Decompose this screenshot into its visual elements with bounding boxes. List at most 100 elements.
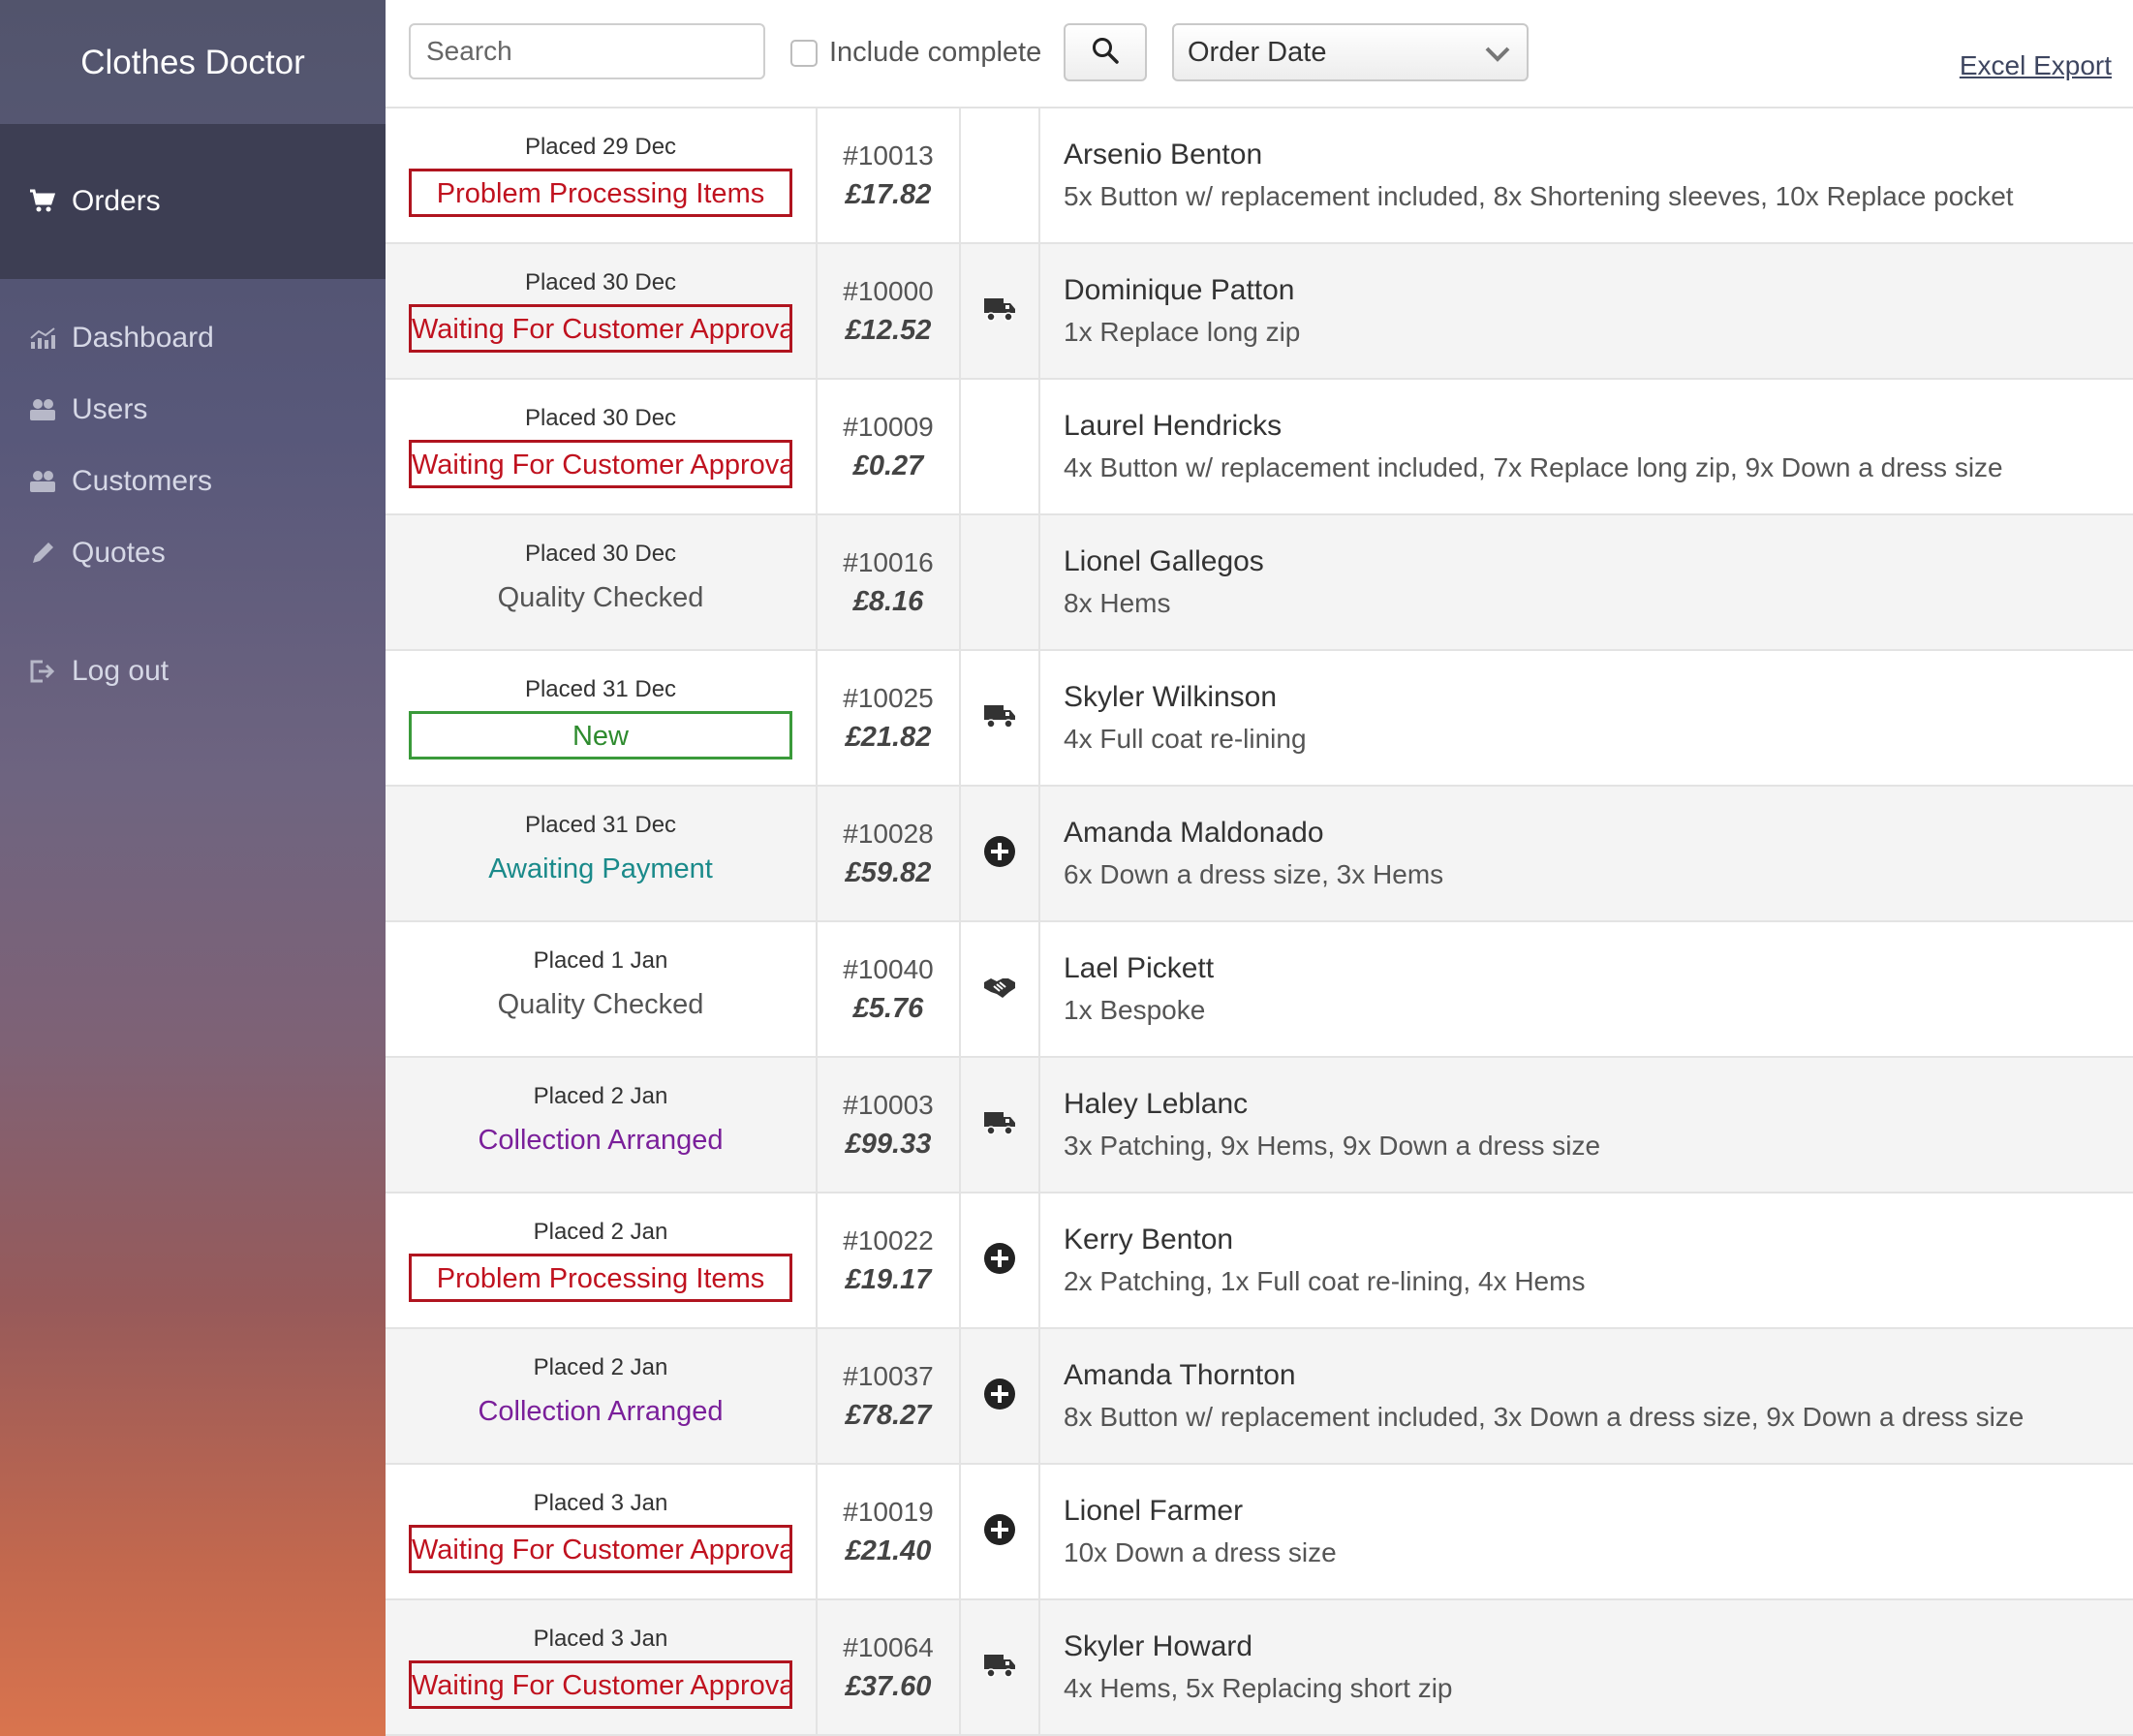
order-items: 1x Bespoke bbox=[1064, 995, 1206, 1025]
order-price: £59.82 bbox=[845, 856, 932, 888]
table-row[interactable]: Placed 2 Jan Collection Arranged #10037 £78… bbox=[386, 1329, 2133, 1465]
truck-icon bbox=[983, 1110, 1016, 1140]
excel-export-link[interactable]: Excel Export bbox=[1960, 50, 2112, 81]
order-number: #10019 bbox=[843, 1496, 934, 1527]
order-items: 1x Replace long zip bbox=[1064, 317, 1301, 347]
status-badge: Collection Arranged bbox=[478, 1125, 724, 1156]
sidebar-item-label: Customers bbox=[72, 465, 213, 497]
order-action-cell[interactable] bbox=[961, 787, 1040, 920]
customer-name: Lionel Farmer bbox=[1064, 1495, 1244, 1527]
order-items: 4x Button w/ replacement included, 7x Re… bbox=[1064, 452, 2003, 482]
order-info-cell: Skyler Howard 4x Hems, 5x Replacing short… bbox=[1040, 1600, 2133, 1734]
order-items: 4x Full coat re-lining bbox=[1064, 724, 1307, 754]
order-number: #10064 bbox=[843, 1631, 934, 1662]
order-info-cell: Amanda Thornton 8x Button w/ replacement … bbox=[1040, 1329, 2133, 1463]
status-badge: Problem Processing Items bbox=[409, 169, 792, 217]
order-info-cell: Dominique Patton 1x Replace long zip bbox=[1040, 244, 2133, 378]
order-status-cell: Placed 31 Dec Awaiting Payment bbox=[386, 787, 818, 920]
sort-value: Order Date bbox=[1188, 36, 1327, 68]
sidebar-item-customers[interactable]: Customers bbox=[0, 446, 386, 517]
table-row[interactable]: Placed 1 Jan Quality Checked #10040 £5.76 La… bbox=[386, 922, 2133, 1058]
plus-circle-icon bbox=[983, 1378, 1016, 1415]
order-action-cell[interactable] bbox=[961, 244, 1040, 378]
table-row[interactable]: Placed 31 Dec Awaiting Payment #10028 £59.8… bbox=[386, 787, 2133, 922]
include-complete-checkbox[interactable] bbox=[790, 39, 818, 67]
placed-date: Placed 1 Jan bbox=[533, 947, 668, 974]
order-info-cell: Skyler Wilkinson 4x Full coat re-lining bbox=[1040, 651, 2133, 785]
sort-select[interactable]: Order Date bbox=[1172, 23, 1529, 81]
order-number: #10025 bbox=[843, 682, 934, 713]
order-action-cell[interactable] bbox=[961, 1194, 1040, 1327]
plus-circle-icon bbox=[983, 1513, 1016, 1551]
order-items: 3x Patching, 9x Hems, 9x Down a dress si… bbox=[1064, 1131, 1601, 1161]
table-row[interactable]: Placed 2 Jan Collection Arranged #10003 £99… bbox=[386, 1058, 2133, 1194]
order-status-cell: Placed 2 Jan Problem Processing Items bbox=[386, 1194, 818, 1327]
truck-icon bbox=[983, 1653, 1016, 1683]
order-number: #10013 bbox=[843, 140, 934, 170]
include-complete-label: Include complete bbox=[829, 37, 1042, 68]
order-action-cell bbox=[961, 515, 1040, 649]
order-price: £37.60 bbox=[845, 1670, 932, 1702]
table-row[interactable]: Placed 3 Jan Waiting For Customer Approva… bbox=[386, 1600, 2133, 1736]
chart-icon bbox=[29, 325, 56, 352]
placed-date: Placed 30 Dec bbox=[524, 405, 677, 431]
include-complete-toggle[interactable]: Include complete bbox=[790, 37, 1041, 69]
table-row[interactable]: Placed 30 Dec Waiting For Customer Approv… bbox=[386, 380, 2133, 515]
order-number: #10028 bbox=[843, 818, 934, 849]
customer-name: Amanda Maldonado bbox=[1064, 817, 1324, 849]
sidebar-item-orders[interactable]: Orders bbox=[0, 124, 386, 279]
order-number: #10022 bbox=[843, 1224, 934, 1256]
sidebar-item-dashboard[interactable]: Dashboard bbox=[0, 302, 386, 374]
order-info-cell: Arsenio Benton 5x Button w/ replacement i… bbox=[1040, 108, 2133, 242]
order-items: 10x Down a dress size bbox=[1064, 1537, 1337, 1567]
logout-link[interactable]: Log out bbox=[0, 636, 386, 707]
order-id-cell: #10028 £59.82 bbox=[818, 787, 961, 920]
table-row[interactable]: Placed 31 Dec New #10025 £21.82 Skyler Wilki… bbox=[386, 651, 2133, 787]
order-action-cell[interactable] bbox=[961, 1058, 1040, 1192]
order-id-cell: #10037 £78.27 bbox=[818, 1329, 961, 1463]
users-icon bbox=[29, 396, 56, 423]
customer-name: Dominique Patton bbox=[1064, 274, 1295, 306]
table-row[interactable]: Placed 30 Dec Quality Checked #10016 £8.16 L… bbox=[386, 515, 2133, 651]
order-status-cell: Placed 30 Dec Waiting For Customer Approv… bbox=[386, 380, 818, 513]
order-price: £5.76 bbox=[852, 992, 924, 1024]
order-action-cell[interactable] bbox=[961, 1329, 1040, 1463]
table-row[interactable]: Placed 30 Dec Waiting For Customer Approv… bbox=[386, 244, 2133, 380]
logout-label: Log out bbox=[72, 655, 170, 687]
status-badge: Waiting For Customer Approval bbox=[409, 1660, 792, 1709]
order-id-cell: #10019 £21.40 bbox=[818, 1465, 961, 1598]
truck-icon bbox=[983, 703, 1016, 733]
order-price: £12.52 bbox=[845, 314, 932, 346]
search-button[interactable] bbox=[1064, 23, 1147, 81]
sidebar-item-quotes[interactable]: Quotes bbox=[0, 517, 386, 589]
pencil-icon bbox=[29, 540, 56, 567]
table-row[interactable]: Placed 29 Dec Problem Processing Items #10… bbox=[386, 108, 2133, 244]
brand-title: Clothes Doctor bbox=[0, 0, 386, 124]
table-row[interactable]: Placed 2 Jan Problem Processing Items #100… bbox=[386, 1194, 2133, 1329]
placed-date: Placed 29 Dec bbox=[524, 134, 677, 160]
order-items: 8x Button w/ replacement included, 3x Do… bbox=[1064, 1402, 2025, 1432]
search-input[interactable] bbox=[409, 23, 765, 79]
order-id-cell: #10040 £5.76 bbox=[818, 922, 961, 1056]
status-badge: Waiting For Customer Approval bbox=[409, 304, 792, 353]
order-status-cell: Placed 2 Jan Collection Arranged bbox=[386, 1058, 818, 1192]
logout-icon bbox=[29, 658, 56, 685]
order-action-cell[interactable] bbox=[961, 651, 1040, 785]
customer-name: Kerry Benton bbox=[1064, 1224, 1234, 1256]
sidebar-item-users[interactable]: Users bbox=[0, 374, 386, 446]
table-row[interactable]: Placed 3 Jan Waiting For Customer Approva… bbox=[386, 1465, 2133, 1600]
users-icon bbox=[29, 468, 56, 495]
order-action-cell[interactable] bbox=[961, 1600, 1040, 1734]
order-id-cell: #10064 £37.60 bbox=[818, 1600, 961, 1734]
order-action-cell[interactable] bbox=[961, 1465, 1040, 1598]
order-items: 6x Down a dress size, 3x Hems bbox=[1064, 859, 1444, 889]
order-number: #10009 bbox=[843, 411, 934, 442]
order-action-cell[interactable] bbox=[961, 922, 1040, 1056]
order-action-cell bbox=[961, 380, 1040, 513]
sidebar-item-label: Users bbox=[72, 393, 148, 425]
plus-circle-icon bbox=[983, 1242, 1016, 1280]
status-badge: New bbox=[409, 711, 792, 760]
order-status-cell: Placed 2 Jan Collection Arranged bbox=[386, 1329, 818, 1463]
order-info-cell: Kerry Benton 2x Patching, 1x Full coat re… bbox=[1040, 1194, 2133, 1327]
placed-date: Placed 2 Jan bbox=[533, 1354, 668, 1380]
